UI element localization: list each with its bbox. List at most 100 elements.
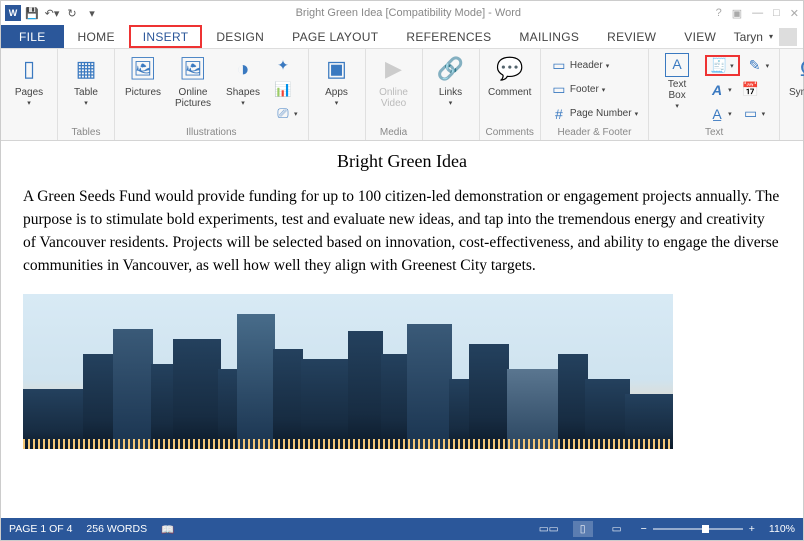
comment-button[interactable]: 💬 Comment <box>488 53 532 98</box>
redo-icon[interactable]: ↻ <box>63 4 81 22</box>
table-button[interactable]: ▦ Table▾ <box>64 53 108 108</box>
avatar-icon <box>779 28 797 46</box>
document-view[interactable]: Bright Green Idea A Green Seeds Fund wou… <box>1 141 803 518</box>
group-label-illustrations: Illustrations <box>186 125 237 138</box>
date-time-button[interactable]: 📅 <box>739 79 763 100</box>
group-label-comments: Comments <box>486 125 534 138</box>
group-label-hf: Header & Footer <box>558 125 632 138</box>
pages-button[interactable]: ▯ Pages▾ <box>7 53 51 108</box>
shapes-button[interactable]: ◑ Shapes▾ <box>221 53 265 108</box>
status-bar: PAGE 1 OF 4 256 WORDS 📖 ▭▭ ▯ ▭ − + 110% <box>1 518 803 540</box>
quick-parts-icon: 🧾 <box>711 58 727 74</box>
tab-home[interactable]: HOME <box>64 25 129 48</box>
date-icon: 📅 <box>743 82 759 98</box>
print-layout-icon[interactable]: ▯ <box>573 521 593 537</box>
web-layout-icon[interactable]: ▭ <box>607 521 627 537</box>
video-icon: ▶ <box>378 53 410 85</box>
apps-button[interactable]: ▣ Apps▾ <box>315 53 359 108</box>
zoom-out-icon[interactable]: − <box>641 523 647 535</box>
group-symbols: Ω Symbols▾ <box>780 49 804 140</box>
zoom-in-icon[interactable]: + <box>749 523 755 535</box>
document-body: A Green Seeds Fund would provide funding… <box>23 186 781 278</box>
group-illustrations: 🖼 Pictures 🖼 Online Pictures ◑ Shapes▾ ✦… <box>115 49 309 140</box>
ribbon: ▯ Pages▾ ▦ Table▾ Tables 🖼 Pictures 🖼 On… <box>1 49 803 141</box>
pictures-button[interactable]: 🖼 Pictures <box>121 53 165 98</box>
group-media: ▶ Online Video Media <box>366 49 423 140</box>
header-icon: ▭ <box>551 58 567 74</box>
spellcheck-icon[interactable]: 📖 <box>161 523 174 536</box>
chart-button[interactable]: 📊 <box>271 79 302 100</box>
group-comments: 💬 Comment Comments <box>480 49 541 140</box>
read-mode-icon[interactable]: ▭▭ <box>539 521 559 537</box>
minimize-icon[interactable]: — <box>752 7 763 20</box>
user-name: Taryn <box>734 30 763 44</box>
group-links: 🔗 Links▾ <box>423 49 480 140</box>
inline-image[interactable] <box>23 294 673 449</box>
document-title: Bright Green Idea <box>23 151 781 172</box>
help-icon[interactable]: ? <box>716 7 722 20</box>
close-icon[interactable]: ✕ <box>790 7 799 20</box>
tab-design[interactable]: DESIGN <box>202 25 278 48</box>
group-apps: ▣ Apps▾ <box>309 49 366 140</box>
shapes-icon: ◑ <box>227 53 259 85</box>
word-icon: W <box>5 5 21 21</box>
link-icon: 🔗 <box>435 53 467 85</box>
group-tables: ▦ Table▾ Tables <box>58 49 115 140</box>
dropcap-icon: A̲ <box>709 106 725 122</box>
tab-view[interactable]: VIEW <box>670 25 730 48</box>
object-icon: ▭ <box>743 106 759 122</box>
tab-references[interactable]: REFERENCES <box>392 25 505 48</box>
screenshot-button[interactable]: ⎚▾ <box>271 103 302 124</box>
header-button[interactable]: ▭Header▾ <box>547 55 642 76</box>
comment-icon: 💬 <box>494 53 526 85</box>
screenshot-icon: ⎚ <box>275 106 291 122</box>
links-button[interactable]: 🔗 Links▾ <box>429 53 473 108</box>
tab-mailings[interactable]: MAILINGS <box>505 25 593 48</box>
text-box-button[interactable]: A Text Box▾ <box>655 53 699 111</box>
object-button[interactable]: ▭▾ <box>739 103 770 124</box>
signature-icon: ✎ <box>747 58 763 74</box>
signature-line-button[interactable]: ✎▾ <box>743 55 774 76</box>
quick-parts-button[interactable]: 🧾▾ <box>705 55 740 76</box>
customize-qat-icon[interactable]: ▾ <box>83 4 101 22</box>
chart-icon: 📊 <box>275 82 291 98</box>
zoom-slider[interactable]: − + <box>641 523 755 535</box>
maximize-icon[interactable]: □ <box>773 7 780 20</box>
smartart-button[interactable]: ✦ <box>271 55 302 76</box>
window-title: Bright Green Idea [Compatibility Mode] -… <box>101 7 716 19</box>
group-header-footer: ▭Header▾ ▭Footer▾ #Page Number▾ Header &… <box>541 49 649 140</box>
omega-icon: Ω <box>792 53 804 85</box>
apps-icon: ▣ <box>321 53 353 85</box>
group-pages: ▯ Pages▾ <box>1 49 58 140</box>
ribbon-display-icon[interactable]: ▣ <box>732 7 742 20</box>
page-indicator[interactable]: PAGE 1 OF 4 <box>9 523 72 535</box>
pagenum-icon: # <box>551 106 567 122</box>
wordart-button[interactable]: A▾ <box>705 79 736 100</box>
group-label-text: Text <box>705 125 723 138</box>
save-icon[interactable]: 💾 <box>23 4 41 22</box>
ribbon-tabs: FILE HOME INSERT DESIGN PAGE LAYOUT REFE… <box>1 25 803 49</box>
drop-cap-button[interactable]: A̲▾ <box>705 103 736 124</box>
online-video-button: ▶ Online Video <box>372 53 416 109</box>
title-bar: W 💾 ↶▾ ↻ ▾ Bright Green Idea [Compatibil… <box>1 1 803 25</box>
table-icon: ▦ <box>70 53 102 85</box>
undo-icon[interactable]: ↶▾ <box>43 4 61 22</box>
tab-review[interactable]: REVIEW <box>593 25 670 48</box>
online-picture-icon: 🖼 <box>177 53 209 85</box>
footer-icon: ▭ <box>551 82 567 98</box>
tab-file[interactable]: FILE <box>1 25 64 48</box>
page-number-button[interactable]: #Page Number▾ <box>547 103 642 124</box>
online-pictures-button[interactable]: 🖼 Online Pictures <box>171 53 215 109</box>
picture-icon: 🖼 <box>127 53 159 85</box>
footer-button[interactable]: ▭Footer▾ <box>547 79 642 100</box>
page-icon: ▯ <box>13 53 45 85</box>
group-label-tables: Tables <box>72 125 101 138</box>
signed-in-user[interactable]: Taryn▾ <box>734 25 797 48</box>
tab-insert[interactable]: INSERT <box>129 25 203 48</box>
symbols-button[interactable]: Ω Symbols▾ <box>786 53 804 108</box>
zoom-level[interactable]: 110% <box>769 523 795 535</box>
group-label-media: Media <box>380 125 407 138</box>
tab-page-layout[interactable]: PAGE LAYOUT <box>278 25 392 48</box>
textbox-icon: A <box>665 53 689 77</box>
word-count[interactable]: 256 WORDS <box>86 523 147 535</box>
